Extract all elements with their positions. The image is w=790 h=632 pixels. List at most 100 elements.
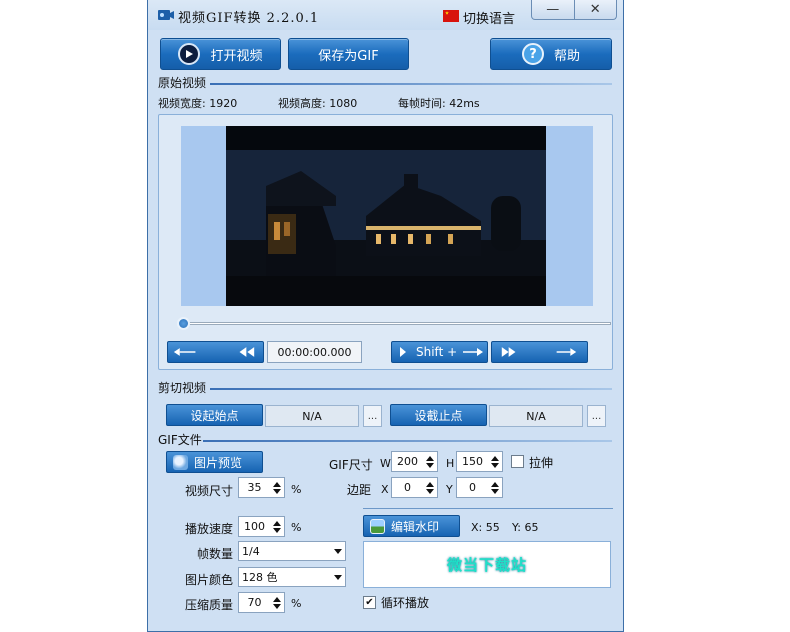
stepper-arrows-icon[interactable] [423,478,437,497]
set-end-label: 设截止点 [414,408,463,423]
set-end-button[interactable]: 设截止点 [390,404,487,426]
app-window: 视频GIF转换 2.2.0.1 切换语言 — ✕ 打开视频 保存为GIF ? 帮… [147,0,624,632]
video-size-unit: % [291,483,302,496]
shift-label: Shift + [416,345,458,359]
margin-x-letter: X [381,483,389,496]
image-icon [370,518,385,534]
play-small-icon [400,347,406,357]
night-house-image [226,126,546,306]
source-section-label: 原始视频 [158,76,207,90]
watermark-y-text: Y: 65 [512,521,539,534]
loop-label: 循环播放 [381,596,430,610]
start-point-value: N/A [265,405,359,427]
save-gif-button[interactable]: 保存为GIF [288,38,409,70]
open-video-label: 打开视频 [210,48,263,64]
quality-stepper[interactable]: 70 [238,592,285,613]
open-video-button[interactable]: 打开视频 [160,38,281,70]
video-size-value: 35 [247,481,262,494]
set-start-button[interactable]: 设起始点 [166,404,263,426]
set-start-label: 设起始点 [190,408,239,423]
stretch-checkbox[interactable] [511,455,524,468]
margin-y-letter: Y [446,483,453,496]
video-height-text: 视频高度: 1080 [278,97,358,110]
edit-watermark-button[interactable]: 编辑水印 [363,515,460,537]
rewind-icon [173,347,255,357]
current-time-display: 00:00:00.000 [267,341,362,363]
window-controls: — ✕ [531,0,617,20]
next-frame-button[interactable] [491,341,588,363]
stepper-arrows-icon[interactable] [270,478,284,497]
video-width-text: 视频宽度: 1920 [158,97,238,110]
colors-value: 128 色 [242,571,278,584]
margin-label: 边距 [347,483,372,497]
save-gif-label: 保存为GIF [318,48,379,64]
image-preview-button[interactable]: 图片预览 [166,451,263,473]
frames-label: 帧数量 [197,547,234,561]
section-divider [210,83,612,85]
help-icon: ? [521,43,544,65]
stepper-arrows-icon[interactable] [270,517,284,536]
video-preview [226,126,546,306]
quality-unit: % [291,597,302,610]
gif-width-value: 200 [397,455,418,468]
video-size-stepper[interactable]: 35 [238,477,285,498]
video-size-label: 视频尺寸 [185,484,234,498]
height-letter: H [446,457,455,470]
china-flag-icon[interactable] [443,10,459,22]
quality-label: 压缩质量 [185,598,234,612]
watermark-text: 微当下载站 [446,556,527,574]
minimize-button[interactable]: — [532,0,574,19]
shift-forward-button[interactable]: Shift + [391,341,488,363]
magnifier-icon [173,454,188,470]
width-letter: W [380,457,391,470]
switch-language-link[interactable]: 切换语言 [463,8,515,27]
edit-watermark-label: 编辑水印 [391,519,440,534]
help-button[interactable]: ? 帮助 [490,38,612,70]
speed-label: 播放速度 [185,522,234,536]
end-point-value: N/A [489,405,583,427]
margin-y-value: 0 [469,481,476,494]
speed-unit: % [291,521,302,534]
help-label: 帮助 [553,48,580,64]
title-bar: 视频GIF转换 2.2.0.1 切换语言 — ✕ [148,0,623,30]
frames-value: 1/4 [242,544,260,558]
start-more-button[interactable]: ... [363,405,382,427]
stepper-arrows-icon[interactable] [270,593,284,612]
watermark-x-text: X: 55 [471,521,500,534]
close-button[interactable]: ✕ [573,0,617,19]
end-more-button[interactable]: ... [587,405,606,427]
watermark-preview[interactable]: 微当下载站 [363,541,611,588]
stepper-arrows-icon[interactable] [488,452,502,471]
section-divider [203,440,612,442]
gif-height-value: 150 [462,455,483,468]
colors-select[interactable]: 128 色 [238,567,346,587]
image-preview-label: 图片预览 [194,455,243,470]
margin-x-value: 0 [404,481,411,494]
video-panel: 00:00:00.000 Shift + [158,114,613,370]
gif-width-stepper[interactable]: 200 [391,451,438,472]
stepper-arrows-icon[interactable] [488,478,502,497]
section-divider [210,388,612,390]
loop-checkbox[interactable]: ✔ [363,596,376,609]
gif-size-label: GIF尺寸 [329,458,373,472]
play-icon [178,43,201,65]
timeline-thumb[interactable] [177,317,190,330]
gif-height-stepper[interactable]: 150 [456,451,503,472]
frame-time-text: 每帧时间: 42ms [398,97,480,110]
timeline-slider[interactable] [179,322,611,325]
window-title: 视频GIF转换 2.2.0.1 [178,11,320,26]
stepper-arrows-icon[interactable] [423,452,437,471]
frames-select[interactable]: 1/4 [238,541,346,561]
chevron-down-icon[interactable] [331,548,345,554]
margin-y-stepper[interactable]: 0 [456,477,503,498]
film-icon [158,10,174,20]
colors-label: 图片颜色 [185,573,234,587]
watermark-divider [363,508,613,509]
cut-section-label: 剪切视频 [158,381,207,395]
prev-frame-button[interactable] [167,341,264,363]
chevron-down-icon[interactable] [331,574,345,580]
fast-forward-icon [501,347,577,357]
stretch-label: 拉伸 [529,456,554,470]
speed-stepper[interactable]: 100 [238,516,285,537]
margin-x-stepper[interactable]: 0 [391,477,438,498]
